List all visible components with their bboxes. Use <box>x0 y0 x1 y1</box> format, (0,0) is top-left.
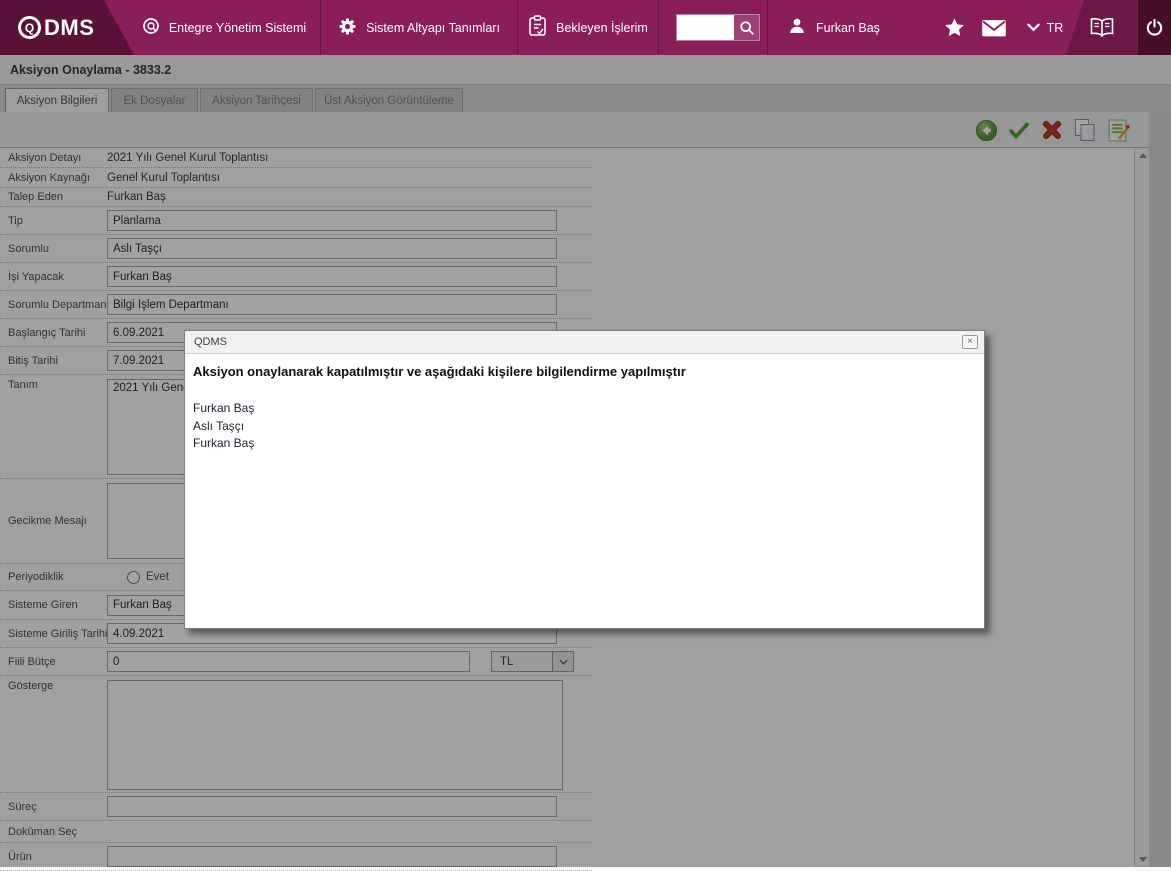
dialog-close-button[interactable]: × <box>962 335 978 349</box>
book-icon <box>1090 17 1113 37</box>
nav-item-entegre-yonetim-sistemi[interactable]: Entegre Yönetim Sistemi <box>128 0 320 55</box>
favorites-button[interactable] <box>941 0 967 55</box>
star-icon <box>944 18 964 37</box>
search-button[interactable] <box>734 15 759 40</box>
dialog-message: Aksiyon onaylanarak kapatılmıştır ve aşa… <box>193 364 686 379</box>
dialog-body: Aksiyon onaylanarak kapatılmıştır ve aşa… <box>185 354 984 453</box>
search-input[interactable] <box>677 15 734 40</box>
nav-search <box>676 14 760 41</box>
nav-item-label: Sistem Altyapı Tanımları <box>366 20 500 35</box>
qdms-circle-icon <box>142 17 160 38</box>
dialog-title-bar: QDMS × <box>185 331 984 354</box>
top-nav: Q DMS Entegre Yönetim Sistemi Sistem Alt… <box>0 0 1171 55</box>
nav-item-label: Entegre Yönetim Sistemi <box>168 20 307 35</box>
nav-divider <box>767 0 768 55</box>
qdms-logo[interactable]: Q DMS <box>0 0 134 55</box>
power-icon <box>1146 18 1163 36</box>
dialog-title: QDMS <box>194 336 227 348</box>
recipient-list: Furkan Baş Aslı Taşçı Furkan Baş <box>193 400 972 453</box>
chevron-down-icon <box>1026 23 1040 32</box>
qdms-q-icon: Q <box>18 16 41 39</box>
qdms-logo-text: DMS <box>44 14 95 40</box>
user-icon <box>788 17 806 38</box>
language-selector[interactable]: TR <box>1022 0 1068 55</box>
envelope-icon <box>982 19 1006 36</box>
qdms-dialog: QDMS × Aksiyon onaylanarak kapatılmıştır… <box>184 330 985 629</box>
messages-button[interactable] <box>978 0 1010 55</box>
nav-item-bekleyen-islerim[interactable]: Bekleyen İşlerim <box>517 0 658 55</box>
recipient: Furkan Baş <box>193 436 255 450</box>
nav-divider <box>658 0 659 55</box>
search-icon <box>739 20 754 35</box>
user-menu[interactable]: Furkan Baş <box>788 0 880 55</box>
clipboard-icon <box>528 15 547 40</box>
help-manual-button[interactable] <box>1066 0 1137 55</box>
recipient: Furkan Baş <box>193 401 255 415</box>
user-name: Furkan Baş <box>816 20 880 35</box>
gear-icon <box>338 17 357 39</box>
nav-item-label: Bekleyen İşlerim <box>556 20 648 35</box>
logout-button[interactable] <box>1137 0 1171 55</box>
language-label: TR <box>1046 20 1064 35</box>
nav-item-sistem-altyapi-tanimlari[interactable]: Sistem Altyapı Tanımları <box>320 0 517 55</box>
recipient: Aslı Taşçı <box>193 418 245 433</box>
